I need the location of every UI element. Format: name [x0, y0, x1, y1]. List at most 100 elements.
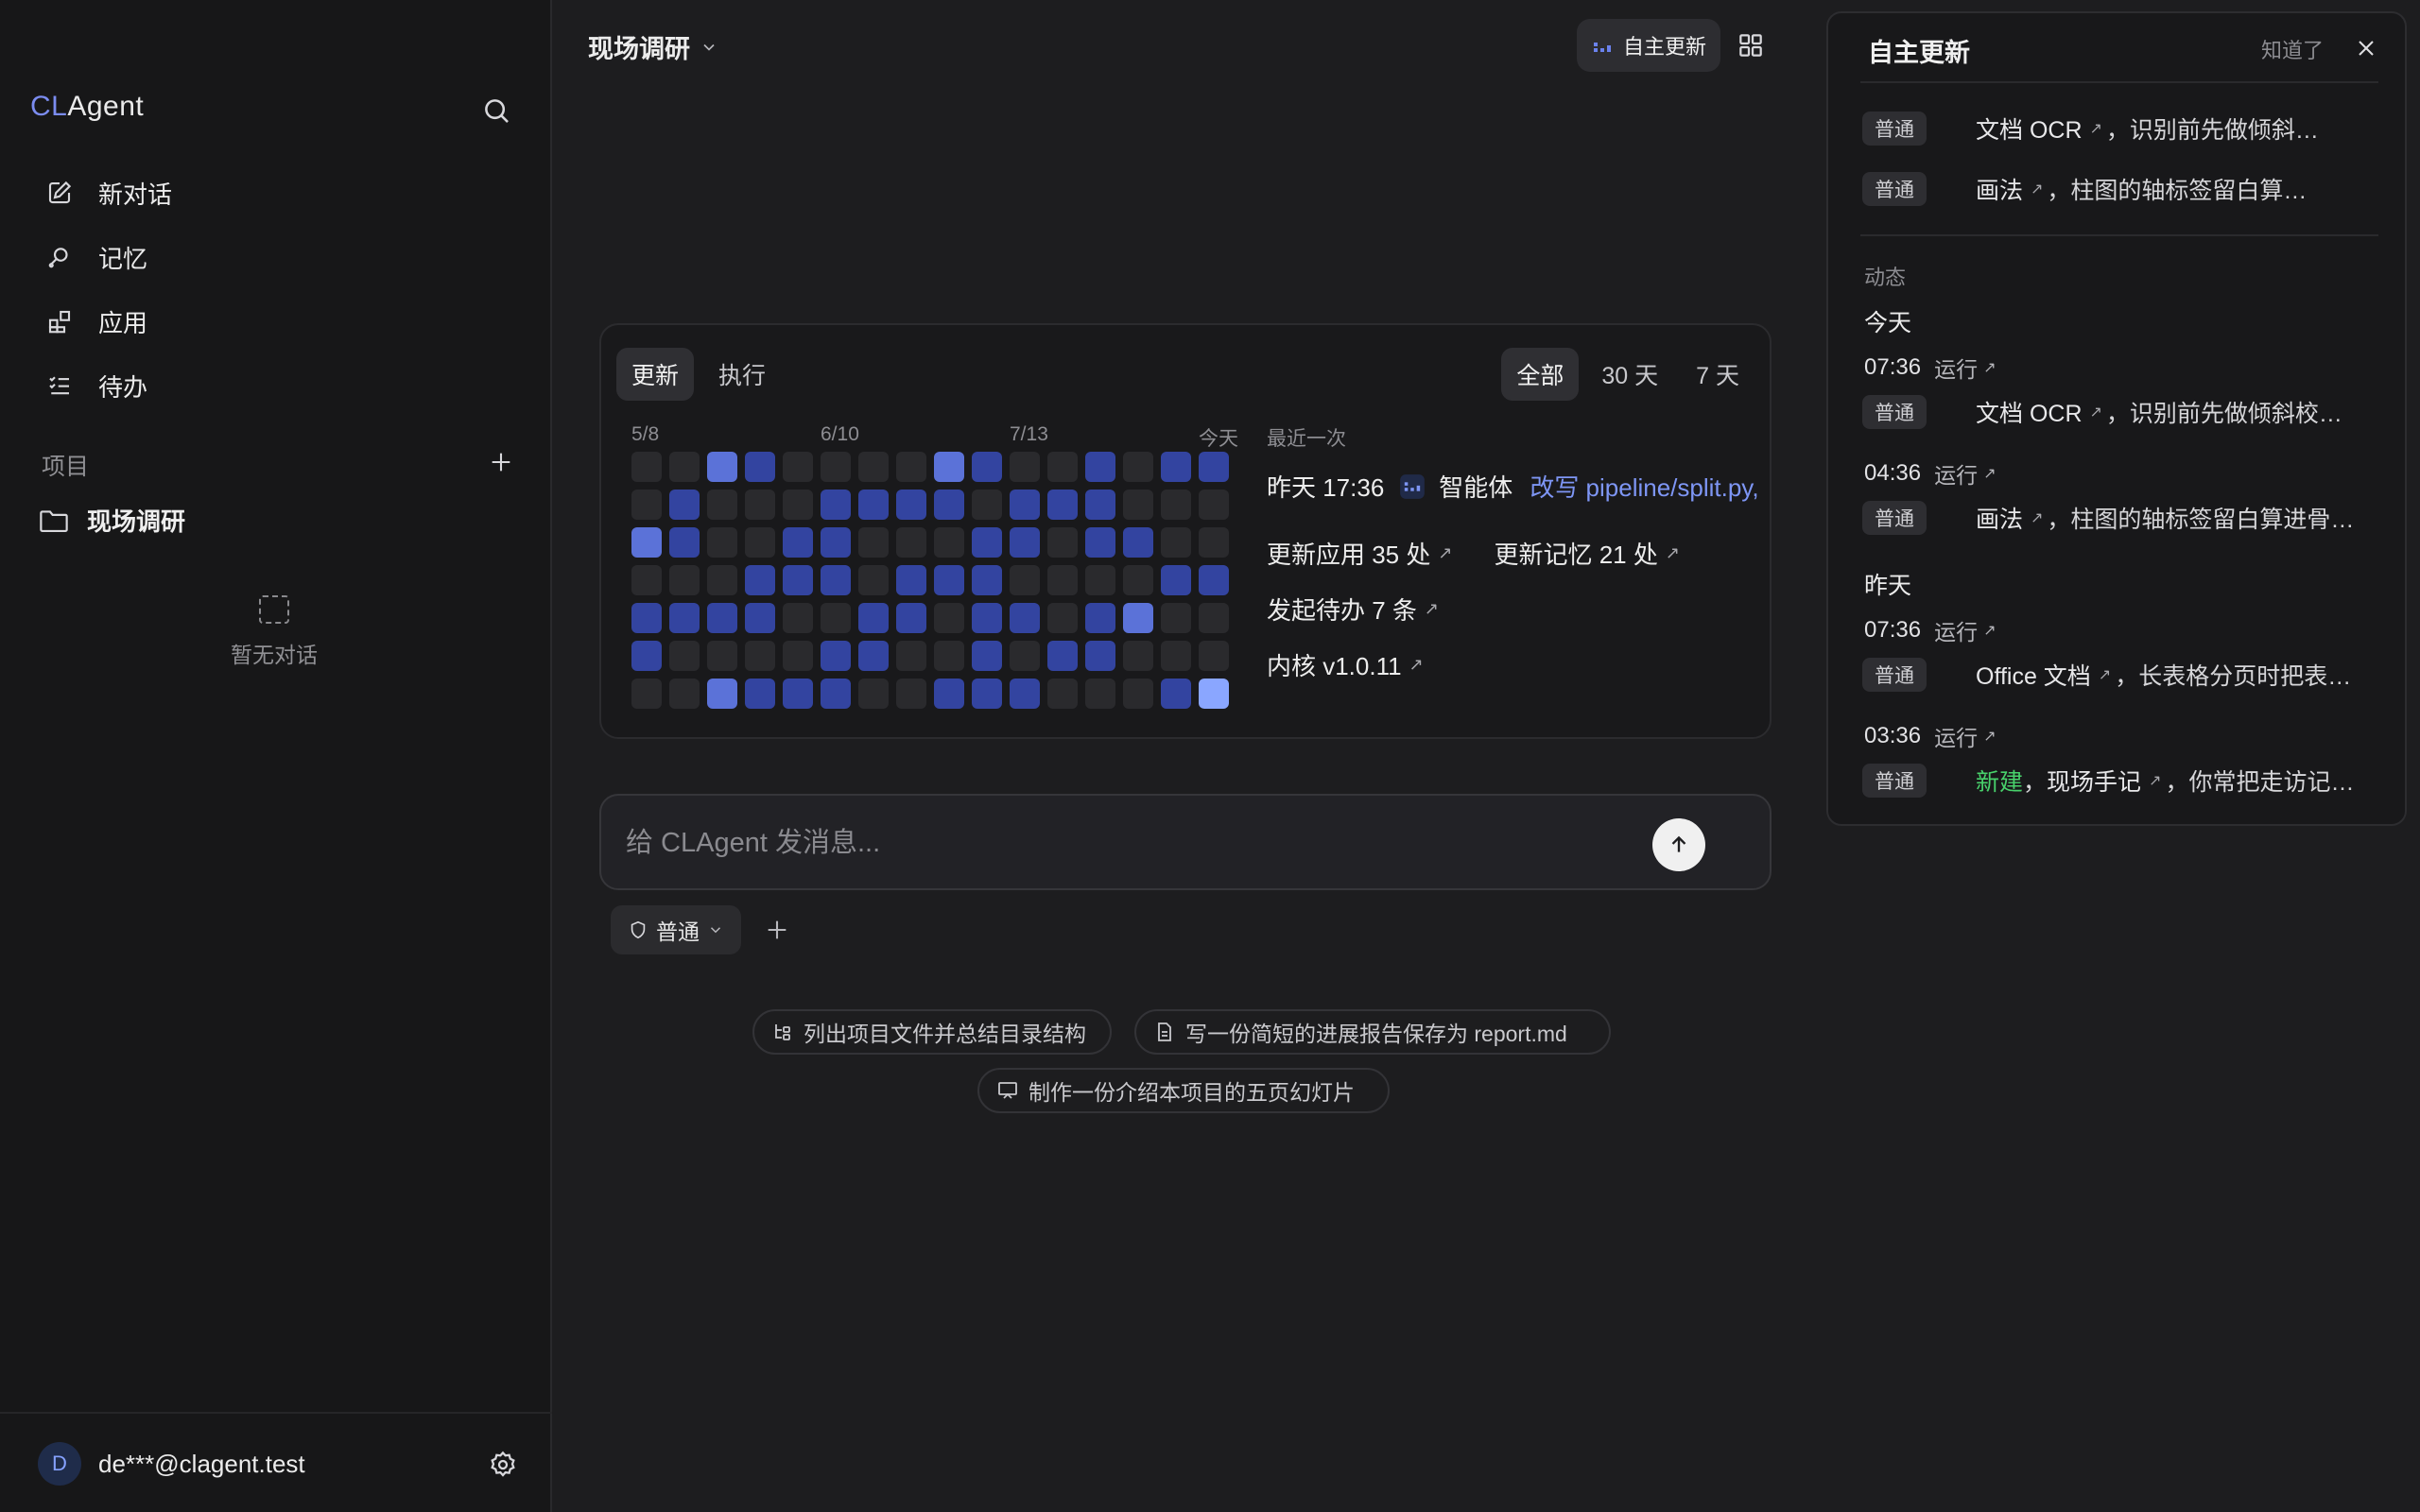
heatmap-cell[interactable] — [745, 565, 775, 595]
stat-apps[interactable]: 更新应用 35 处 ↗ — [1267, 536, 1452, 571]
heatmap-cell[interactable] — [669, 490, 700, 520]
dismiss-button[interactable]: 知道了 — [2261, 34, 2324, 64]
nav-todo[interactable]: 待办 — [38, 353, 529, 418]
heatmap-cell[interactable] — [821, 565, 851, 595]
heatmap-cell[interactable] — [821, 641, 851, 671]
heatmap-cell[interactable] — [858, 452, 889, 482]
heatmap-cell[interactable] — [896, 679, 926, 709]
heatmap-cell[interactable] — [1085, 565, 1115, 595]
project-title-dropdown[interactable]: 现场调研 — [588, 28, 718, 65]
heatmap-cell[interactable] — [631, 641, 662, 671]
tab-execute[interactable]: 执行 — [703, 348, 781, 401]
run-entry[interactable]: 03:36 运行 ↗ — [1864, 720, 1996, 752]
heatmap-cell[interactable] — [972, 603, 1002, 633]
run-entry[interactable]: 04:36 运行 ↗ — [1864, 457, 1996, 490]
heatmap-cell[interactable] — [707, 603, 737, 633]
recent-action-link[interactable]: 改写 pipeline/split.py, — [1530, 469, 1758, 504]
heatmap-cell[interactable] — [1123, 679, 1153, 709]
add-project-icon[interactable] — [488, 449, 514, 482]
heatmap-cell[interactable] — [783, 679, 813, 709]
heatmap-cell[interactable] — [1010, 565, 1040, 595]
heatmap-cell[interactable] — [783, 527, 813, 558]
heatmap-cell[interactable] — [1085, 679, 1115, 709]
heatmap-cell[interactable] — [783, 452, 813, 482]
heatmap-cell[interactable] — [631, 603, 662, 633]
heatmap-cell[interactable] — [1161, 641, 1191, 671]
heatmap-cell[interactable] — [972, 565, 1002, 595]
heatmap-cell[interactable] — [1047, 641, 1078, 671]
heatmap-cell[interactable] — [745, 452, 775, 482]
heatmap-cell[interactable] — [934, 679, 964, 709]
heatmap-cell[interactable] — [669, 603, 700, 633]
heatmap-cell[interactable] — [783, 490, 813, 520]
heatmap-cell[interactable] — [896, 490, 926, 520]
heatmap-cell[interactable] — [934, 490, 964, 520]
heatmap-cell[interactable] — [745, 603, 775, 633]
heatmap-cell[interactable] — [1047, 527, 1078, 558]
heatmap-cell[interactable] — [858, 603, 889, 633]
nav-memory[interactable]: 记忆 — [38, 225, 529, 289]
heatmap-cell[interactable] — [631, 679, 662, 709]
auto-update-button[interactable]: 自主更新 — [1577, 19, 1720, 72]
heatmap-cell[interactable] — [707, 641, 737, 671]
update-row[interactable]: 普通 文档 OCR ↗ ，识别前先做倾斜校… — [1862, 395, 2392, 429]
range-7-days[interactable]: 7 天 — [1681, 348, 1754, 401]
heatmap-cell[interactable] — [821, 603, 851, 633]
heatmap-cell[interactable] — [1085, 527, 1115, 558]
heatmap-cell[interactable] — [934, 641, 964, 671]
heatmap-cell[interactable] — [1123, 603, 1153, 633]
heatmap-cell[interactable] — [972, 490, 1002, 520]
heatmap-cell[interactable] — [707, 490, 737, 520]
heatmap-cell[interactable] — [669, 452, 700, 482]
update-row[interactable]: 普通 Office 文档 ↗ ，长表格分页时把表… — [1862, 658, 2392, 692]
heatmap-cell[interactable] — [669, 565, 700, 595]
heatmap-cell[interactable] — [1010, 527, 1040, 558]
heatmap-cell[interactable] — [1010, 641, 1040, 671]
heatmap-cell[interactable] — [707, 679, 737, 709]
heatmap-cell[interactable] — [1123, 452, 1153, 482]
nav-new-chat[interactable]: 新对话 — [38, 161, 529, 225]
pinned-update-row[interactable]: 普通 文档 OCR ↗ ，识别前先做倾斜… — [1862, 112, 2392, 146]
heatmap-cell[interactable] — [1161, 490, 1191, 520]
heatmap-cell[interactable] — [1123, 490, 1153, 520]
heatmap-cell[interactable] — [783, 565, 813, 595]
message-input[interactable] — [626, 822, 1571, 864]
heatmap-cell[interactable] — [631, 565, 662, 595]
heatmap-cell[interactable] — [1010, 679, 1040, 709]
heatmap-cell[interactable] — [1085, 490, 1115, 520]
heatmap-cell[interactable] — [1161, 527, 1191, 558]
run-entry[interactable]: 07:36 运行 ↗ — [1864, 352, 1996, 384]
heatmap-cell[interactable] — [707, 565, 737, 595]
tab-update[interactable]: 更新 — [616, 348, 695, 401]
heatmap-cell[interactable] — [1085, 452, 1115, 482]
stat-kernel[interactable]: 内核 v1.0.11 ↗ — [1267, 647, 1736, 682]
heatmap-cell[interactable] — [821, 527, 851, 558]
project-item[interactable]: 现场调研 — [38, 503, 185, 538]
heatmap-cell[interactable] — [934, 452, 964, 482]
heatmap-cell[interactable] — [745, 527, 775, 558]
heatmap-cell[interactable] — [1047, 603, 1078, 633]
gear-icon[interactable] — [488, 1450, 518, 1480]
heatmap-cell[interactable] — [1199, 490, 1229, 520]
suggestion-chip[interactable]: 列出项目文件并总结目录结构 — [752, 1009, 1112, 1055]
heatmap-cell[interactable] — [1199, 565, 1229, 595]
heatmap-cell[interactable] — [631, 490, 662, 520]
heatmap-cell[interactable] — [707, 452, 737, 482]
heatmap-cell[interactable] — [1161, 565, 1191, 595]
heatmap-cell[interactable] — [669, 641, 700, 671]
user-email[interactable]: de***@clagent.test — [98, 1450, 305, 1479]
heatmap-cell[interactable] — [1085, 641, 1115, 671]
heatmap-cell[interactable] — [858, 527, 889, 558]
heatmap-cell[interactable] — [972, 527, 1002, 558]
heatmap-cell[interactable] — [1199, 452, 1229, 482]
nav-apps[interactable]: 应用 — [38, 289, 529, 353]
heatmap-cell[interactable] — [707, 527, 737, 558]
send-button[interactable] — [1652, 818, 1705, 871]
heatmap-cell[interactable] — [745, 490, 775, 520]
heatmap-cell[interactable] — [858, 490, 889, 520]
heatmap-cell[interactable] — [1161, 679, 1191, 709]
heatmap-cell[interactable] — [934, 565, 964, 595]
heatmap-cell[interactable] — [783, 603, 813, 633]
heatmap-cell[interactable] — [858, 641, 889, 671]
range-all[interactable]: 全部 — [1501, 348, 1580, 401]
